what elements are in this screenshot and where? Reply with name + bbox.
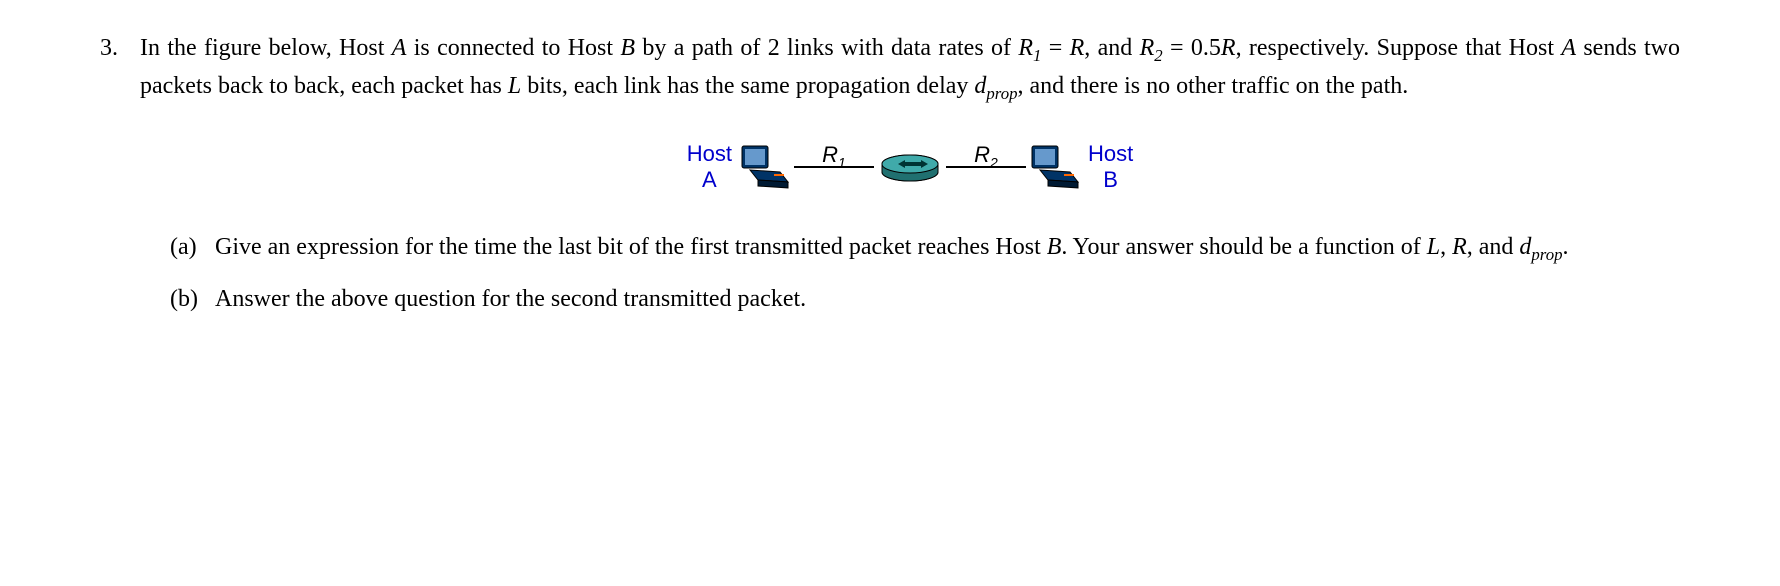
text: Give an expression for the time the last…: [215, 234, 1047, 260]
subpart-a-content: Give an expression for the time the last…: [215, 229, 1680, 267]
subpart-b-label: (b): [170, 281, 215, 317]
var-L2: L: [1427, 234, 1440, 260]
text: , and there is no other traffic on the p…: [1017, 73, 1408, 99]
question-number: 3.: [100, 30, 140, 66]
host-a-label: Host A: [687, 141, 732, 194]
var-B: B: [620, 35, 635, 61]
figure-row: Host A R1: [687, 141, 1134, 194]
host-b-text1: Host: [1088, 141, 1133, 167]
var-R1: R: [1018, 35, 1033, 61]
question-3: 3. In the figure below, Host A is connec…: [100, 30, 1680, 317]
var-R2val: R: [1221, 35, 1236, 61]
question-paragraph: In the figure below, Host A is connected…: [140, 30, 1680, 106]
r2-sub: 2: [990, 155, 998, 171]
computer-icon-a: [740, 142, 790, 192]
r2-text: R: [974, 142, 990, 167]
var-d: d: [974, 73, 986, 99]
host-b-label: Host B: [1088, 141, 1133, 194]
text: .: [1563, 234, 1569, 260]
var-B2: B: [1047, 234, 1062, 260]
text: = 0.5: [1163, 35, 1221, 61]
subpart-b-content: Answer the above question for the second…: [215, 281, 1680, 317]
text: , and: [1084, 35, 1139, 61]
host-a-text1: Host: [687, 141, 732, 167]
link-2-label: R2: [974, 138, 998, 173]
subpart-a: (a) Give an expression for the time the …: [140, 229, 1680, 267]
text: . Your answer should be a function of: [1061, 234, 1426, 260]
link-2: R2: [946, 166, 1026, 168]
text: Suppose that Host: [1377, 35, 1562, 61]
text: , and: [1467, 234, 1520, 260]
subpart-a-label: (a): [170, 229, 215, 265]
var-A: A: [392, 35, 407, 61]
question-content: In the figure below, Host A is connected…: [140, 30, 1680, 317]
host-a-text2: A: [687, 167, 732, 193]
text: , respectively.: [1236, 35, 1377, 61]
text: by a path of 2 links with data rates of: [635, 35, 1018, 61]
computer-icon-b: [1030, 142, 1080, 192]
r1-sub: 1: [838, 155, 846, 171]
link-1-label: R1: [822, 138, 846, 173]
text: bits, each link has the same propagation…: [521, 73, 974, 99]
network-figure: Host A R1: [140, 141, 1680, 194]
var-prop: prop: [986, 84, 1017, 103]
text: In the figure below, Host: [140, 35, 392, 61]
link-1: R1: [794, 166, 874, 168]
r1-text: R: [822, 142, 838, 167]
text: is connected to Host: [406, 35, 620, 61]
subpart-b: (b) Answer the above question for the se…: [140, 281, 1680, 317]
var-L: L: [508, 73, 521, 99]
var-A2: A: [1561, 35, 1576, 61]
var-R2-sub: 2: [1154, 46, 1162, 65]
host-b-text2: B: [1088, 167, 1133, 193]
var-R2: R: [1140, 35, 1155, 61]
var-R3: R: [1452, 234, 1467, 260]
router-icon: [880, 152, 940, 182]
var-prop2: prop: [1531, 245, 1562, 264]
text: ,: [1440, 234, 1452, 260]
text: =: [1041, 35, 1069, 61]
var-R: R: [1070, 35, 1085, 61]
var-d2: d: [1519, 234, 1531, 260]
subparts: (a) Give an expression for the time the …: [140, 229, 1680, 317]
